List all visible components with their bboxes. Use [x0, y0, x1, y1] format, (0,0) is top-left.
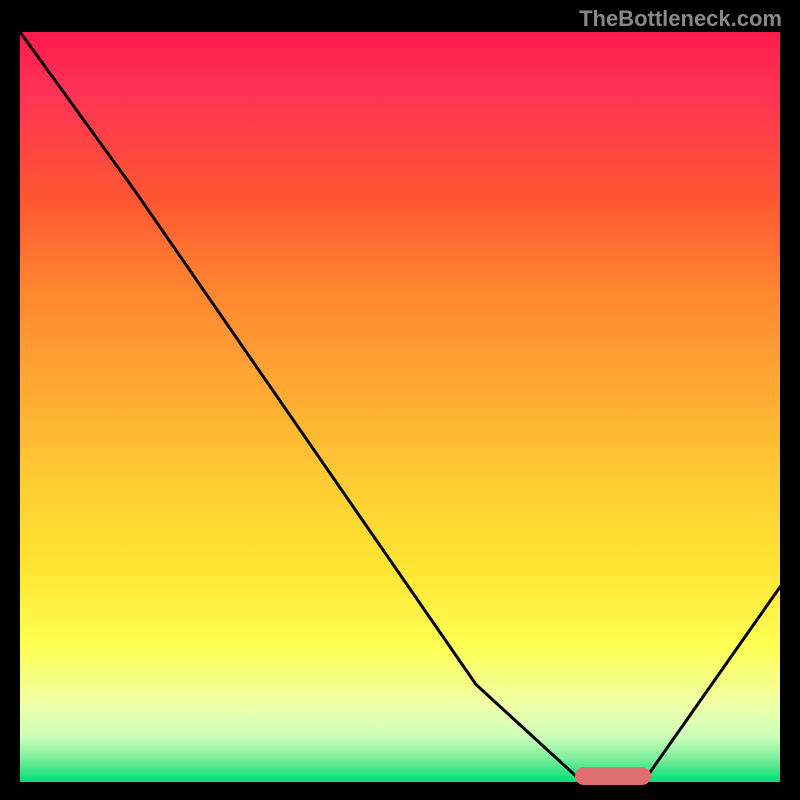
optimal-range-marker: [575, 767, 651, 785]
bottleneck-curve: [20, 32, 780, 782]
plot-area: [20, 32, 780, 782]
watermark-text: TheBottleneck.com: [579, 6, 782, 32]
bottleneck-chart: TheBottleneck.com: [0, 0, 800, 800]
